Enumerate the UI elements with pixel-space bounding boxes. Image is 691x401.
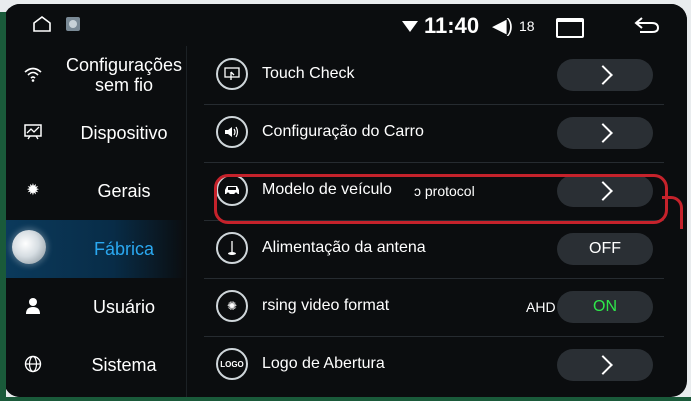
status-bar: 11:40 ◀) 18 [4, 4, 687, 46]
home-icon[interactable] [32, 16, 52, 32]
volume-level: 18 [519, 18, 535, 34]
setting-row-configuracao-do-carro[interactable]: Configuração do Carro [204, 104, 664, 163]
speaker-icon [216, 116, 248, 148]
gear-icon: ✹ [26, 182, 40, 199]
setting-row-alimentacao-da-antena[interactable]: Alimentação da antena OFF [204, 220, 664, 279]
factory-icon [12, 230, 46, 264]
gear-video-icon: ✺ [216, 290, 248, 322]
setting-row-reversing-video-format[interactable]: ✺ rsing video format AHD ON [204, 278, 664, 337]
setting-label: Logo de Abertura [262, 355, 385, 372]
sidebar-item-gerais[interactable]: ✹ Gerais [4, 162, 186, 220]
screen: 11:40 ◀) 18 Configurações sem fio Dispos… [4, 4, 687, 397]
sidebar-item-fabrica[interactable]: Fábrica [4, 220, 186, 278]
device-edge [0, 12, 6, 401]
settings-list: Touch Check Configuração do Carro Modelo… [194, 46, 687, 397]
device-edge-bottom [0, 397, 691, 401]
arrow-button[interactable] [557, 349, 653, 381]
sidebar-item-usuario[interactable]: Usuário [4, 278, 186, 336]
sidebar-item-label: Dispositivo [80, 123, 168, 143]
wifi-icon [402, 21, 418, 32]
setting-row-touch-check[interactable]: Touch Check [204, 46, 664, 105]
wifi-icon [24, 65, 42, 83]
sidebar: Configurações sem fio Dispositivo ✹ Gera… [4, 46, 187, 397]
recent-apps-icon[interactable] [556, 18, 584, 38]
chevron-right-icon [593, 123, 613, 143]
sidebar-item-configuracoes-sem-fio[interactable]: Configurações sem fio [4, 46, 186, 104]
sidebar-item-label: Fábrica [93, 239, 155, 259]
arrow-button[interactable] [557, 59, 653, 91]
sidebar-item-sistema[interactable]: Sistema [4, 336, 186, 394]
sidebar-item-label: Usuário [92, 297, 156, 317]
highlight-annotation [214, 174, 668, 224]
toggle-off[interactable]: OFF [557, 233, 653, 265]
globe-icon [24, 355, 42, 373]
sidebar-item-dispositivo[interactable]: Dispositivo [4, 104, 186, 162]
arrow-button[interactable] [557, 117, 653, 149]
touch-icon [216, 58, 248, 90]
antenna-icon [216, 232, 248, 264]
image-icon[interactable] [66, 17, 80, 31]
chevron-right-icon [593, 355, 613, 375]
device-icon [24, 123, 42, 141]
sidebar-item-label: Gerais [97, 181, 151, 201]
chevron-right-icon [593, 65, 613, 85]
setting-row-logo-de-abertura[interactable]: LOGO Logo de Abertura [204, 336, 664, 394]
format-value: AHD [526, 299, 556, 315]
setting-label: Touch Check [262, 65, 355, 82]
sidebar-item-label: Sistema [91, 355, 157, 375]
clock: 11:40 [424, 13, 480, 38]
highlight-annotation-tail [662, 196, 683, 229]
setting-label: Alimentação da antena [262, 239, 426, 256]
user-icon [24, 297, 42, 315]
setting-label: rsing video format [262, 297, 390, 314]
toggle-on[interactable]: ON [557, 291, 653, 323]
volume-icon[interactable]: ◀) [492, 15, 513, 38]
sidebar-item-label: Configurações sem fio [65, 55, 183, 95]
logo-icon: LOGO [216, 348, 248, 380]
back-icon[interactable] [634, 16, 660, 34]
setting-label: Configuração do Carro [262, 123, 424, 140]
